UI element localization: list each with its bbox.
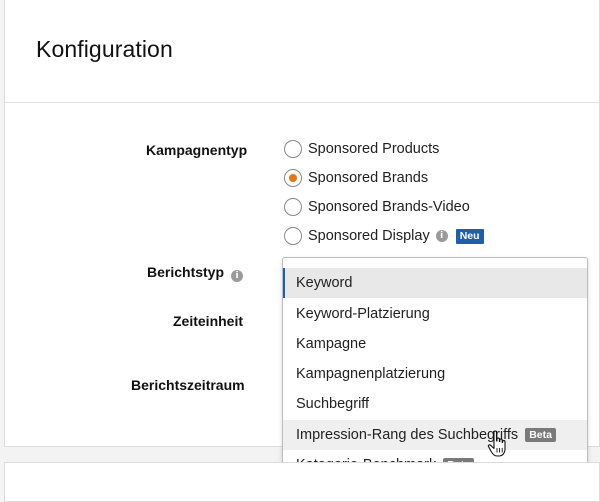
info-icon[interactable]: i (435, 230, 448, 242)
dropdown-option-kampagne[interactable]: Kampagne (283, 329, 587, 359)
campaign-type-label: Kampagnentyp (146, 142, 248, 158)
radio-circle[interactable] (284, 198, 302, 216)
radio-label: Sponsored Brands (308, 170, 429, 186)
dropdown-option-keyword-platzierung[interactable]: Keyword-Platzierung (283, 299, 587, 329)
option-label: Impression-Rang des Suchbegriffs (296, 427, 519, 443)
radio-sponsored-products[interactable]: Sponsored Products (284, 138, 439, 160)
time-unit-label: Zeiteinheit (173, 313, 244, 329)
dropdown-option-kampagnenplatzierung[interactable]: Kampagnenplatzierung (283, 359, 587, 389)
dropdown-option-keyword[interactable]: Keyword (283, 268, 587, 298)
dropdown-option-impression-rang[interactable]: Impression-Rang des Suchbegriffs Beta (283, 420, 587, 450)
radio-sponsored-brands[interactable]: Sponsored Brands (284, 167, 428, 189)
hand-cursor-icon (487, 430, 506, 457)
radio-circle-checked[interactable] (284, 169, 302, 187)
report-period-label: Berichtszeitraum (131, 377, 245, 393)
report-type-label-text: Berichtstyp (147, 264, 225, 280)
beta-badge: Beta (525, 428, 556, 442)
radio-sponsored-brands-video[interactable]: Sponsored Brands-Video (284, 196, 470, 218)
radio-label: Sponsored Brands-Video (308, 199, 470, 215)
radio-label: Sponsored Display (308, 228, 430, 244)
radio-label: Sponsored Products (308, 141, 440, 157)
new-badge: Neu (455, 228, 484, 244)
dropdown-option-suchbegriff[interactable]: Suchbegriff (283, 389, 587, 419)
radio-circle[interactable] (284, 140, 302, 158)
page-title: Konfiguration (36, 36, 173, 62)
radio-circle[interactable] (284, 227, 302, 245)
next-card (4, 462, 600, 502)
report-type-label: Berichtstyp i (147, 264, 244, 282)
info-icon[interactable]: i (231, 270, 244, 282)
card-header: Konfiguration (5, 0, 599, 103)
radio-sponsored-display[interactable]: Sponsored Display i Neu (284, 225, 484, 247)
report-type-dropdown[interactable]: Keyword Keyword-Platzierung Kampagne Kam… (282, 257, 588, 487)
